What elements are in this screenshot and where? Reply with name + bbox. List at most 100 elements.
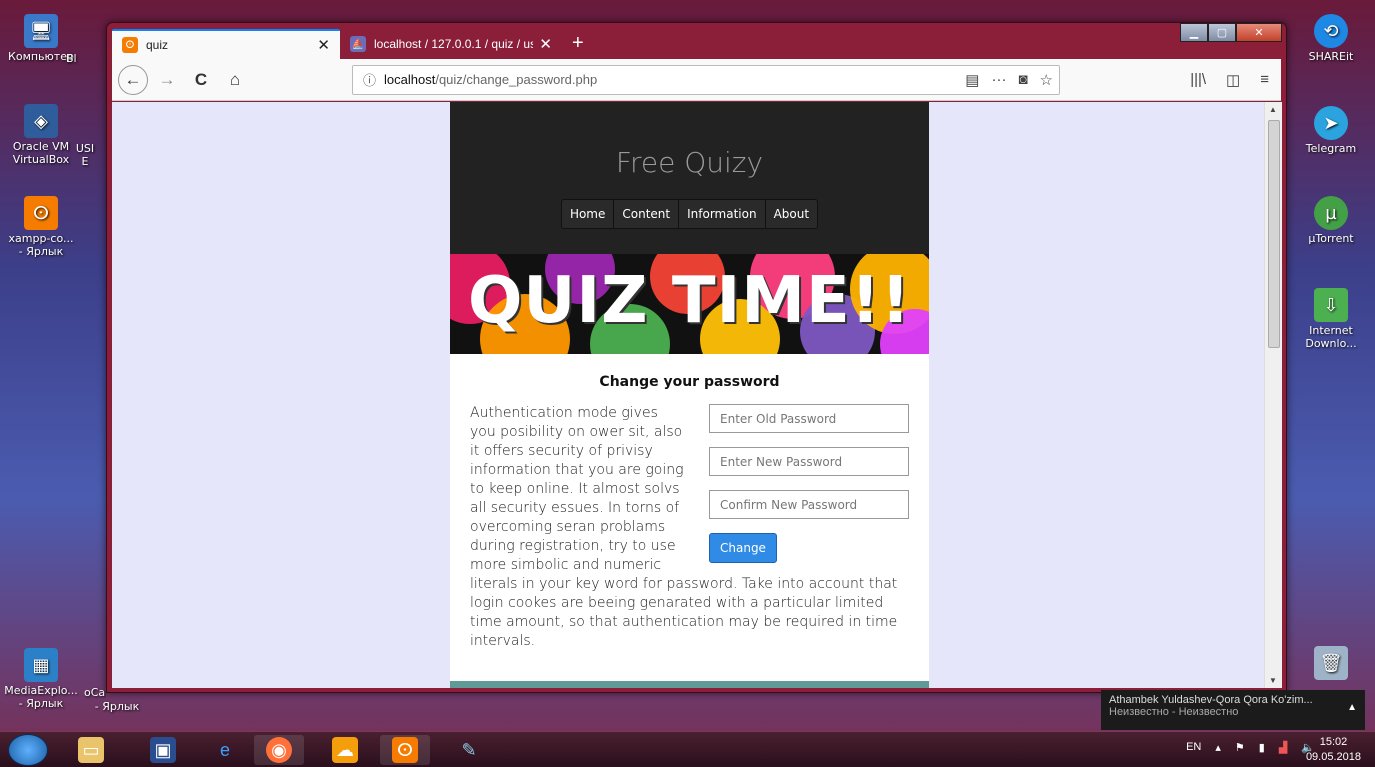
language-indicator[interactable]: EN	[1186, 741, 1201, 754]
url-bar[interactable]: ⓘ localhost/quiz/change_password.php ▤ ·…	[352, 64, 1060, 95]
taskbar-explorer[interactable]: ▭	[66, 735, 116, 765]
new-tab-button[interactable]: +	[572, 32, 584, 59]
url-host: localhost	[384, 72, 436, 87]
recycle-bin-icon: 🗑	[1314, 646, 1348, 680]
close-tab-icon[interactable]: ✕	[317, 36, 330, 54]
media-notification[interactable]: Athambek Yuldashev-Qora Qora Ko'zim... Н…	[1101, 690, 1365, 730]
uc-browser-icon: ☁	[332, 737, 358, 763]
desktop-icon-partial-3-label: - Ярлык	[94, 700, 140, 713]
tray-up-icon[interactable]: ▴	[1215, 741, 1221, 754]
tab-title: localhost / 127.0.0.1 / quiz / use	[374, 37, 534, 51]
change-password-form: Change	[709, 404, 909, 563]
footer-strip	[450, 681, 929, 688]
taskbar-firefox[interactable]: ◉	[254, 735, 304, 765]
expand-icon[interactable]: ▲	[1347, 702, 1357, 713]
pocket-icon[interactable]: ◙	[1018, 71, 1027, 89]
info-icon[interactable]: ⓘ	[363, 70, 376, 89]
xampp-favicon-icon: ⵙ	[122, 37, 138, 53]
scrollbar-thumb[interactable]	[1268, 120, 1280, 348]
taskbar-uc[interactable]: ☁	[320, 735, 370, 765]
desktop-icon-utorrent[interactable]: µ µTorrent	[1288, 196, 1374, 245]
tab-phpmyadmin[interactable]: ⛵ localhost / 127.0.0.1 / quiz / use ✕	[340, 29, 562, 59]
back-button[interactable]: ←	[118, 64, 148, 95]
site-header: Free Quizy Home Content Information Abou…	[450, 102, 929, 254]
desktop-icon-mediaexplorer[interactable]: ▦ MediaExplo... - Ярлык	[0, 648, 84, 710]
desktop-icon-shareit[interactable]: ⟲ SHAREit	[1288, 14, 1374, 63]
close-window-button[interactable]: ✕	[1236, 23, 1282, 42]
idm-icon: ⇩	[1314, 288, 1348, 322]
menu-home[interactable]: Home	[562, 200, 615, 228]
reader-view-icon[interactable]: ▤	[965, 71, 979, 89]
tab-title: quiz	[146, 38, 169, 52]
confirm-password-input[interactable]	[709, 490, 909, 519]
start-button[interactable]	[8, 734, 48, 766]
scroll-down-icon[interactable]: ▼	[1269, 676, 1277, 685]
computer-icon: 🖥	[24, 14, 58, 48]
folder-icon: ▭	[78, 737, 104, 763]
minimize-button[interactable]: ▁	[1180, 23, 1208, 42]
network-icon[interactable]: ▟	[1279, 741, 1287, 754]
shareit-icon: ⟲	[1314, 14, 1348, 48]
main-content: Change your password Change Authenticati…	[450, 354, 929, 651]
quiz-banner: QUIZ TIME!!	[450, 254, 929, 354]
banner-text: QUIZ TIME!!	[467, 264, 912, 338]
media-explorer-icon: ▦	[24, 648, 58, 682]
flag-icon[interactable]: ⚑	[1235, 741, 1245, 754]
menu-information[interactable]: Information	[679, 200, 766, 228]
bookmark-star-icon[interactable]: ☆	[1040, 71, 1053, 89]
page-heading: Change your password	[599, 374, 780, 390]
desktop-icon-telegram[interactable]: ➤ Telegram	[1288, 106, 1374, 155]
new-password-input[interactable]	[709, 447, 909, 476]
page-viewport: Free Quizy Home Content Information Abou…	[112, 102, 1264, 688]
old-password-input[interactable]	[709, 404, 909, 433]
xampp-icon: ⵙ	[392, 737, 418, 763]
notification-meta: Неизвестно - Неизвестно	[1109, 706, 1239, 718]
clock-date: 09.05.2018	[1305, 751, 1361, 763]
desktop-icon-partial-2[interactable]: USI E	[64, 142, 106, 168]
main-menu: Home Content Information About	[560, 199, 819, 229]
desktop-icon-idm[interactable]: ⇩ Internet Downlo...	[1288, 288, 1374, 350]
maximize-button[interactable]: ▢	[1208, 23, 1236, 42]
taskbar-save[interactable]: ▣	[138, 735, 188, 765]
library-icon[interactable]: |||\	[1190, 71, 1206, 89]
scroll-up-icon[interactable]: ▲	[1269, 105, 1277, 114]
desktop-icon-label: MediaExplo... - Ярлык	[4, 684, 78, 710]
url-path: /quiz/change_password.php	[435, 72, 598, 87]
nav-toolbar: ← → C ⌂ ⓘ localhost/quiz/change_password…	[112, 59, 1281, 101]
power-icon[interactable]: ▮	[1259, 741, 1265, 754]
desktop-icon-partial-1[interactable]: Bl	[66, 52, 106, 65]
firefox-icon: ◉	[266, 737, 292, 763]
desktop-icon-recycle-bin[interactable]: 🗑	[1288, 646, 1374, 682]
taskbar-xampp[interactable]: ⵙ	[380, 735, 430, 765]
menu-icon[interactable]: ≡	[1260, 71, 1269, 89]
desktop-icon-partial-3[interactable]: oCa...	[84, 686, 106, 699]
taskbar: ▭ ▣ e ◉ ☁ ⵙ ✎ EN ▴ ⚑ ▮ ▟ 🔈 15:02 09.05.2…	[0, 731, 1375, 767]
utorrent-icon: µ	[1314, 196, 1348, 230]
site-title: Free Quizy	[615, 146, 764, 179]
browser-window: ▁ ▢ ✕ ⵙ quiz ✕ ⛵ localhost / 127.0.0.1 /…	[106, 22, 1287, 693]
tab-quiz[interactable]: ⵙ quiz ✕	[112, 29, 340, 59]
floppy-icon: ▣	[150, 737, 176, 763]
internet-explorer-icon: e	[219, 739, 230, 760]
page-container: Free Quizy Home Content Information Abou…	[450, 102, 929, 688]
sidebar-icon[interactable]: ◫	[1226, 71, 1240, 89]
home-button[interactable]: ⌂	[220, 65, 250, 95]
vertical-scrollbar[interactable]: ▲ ▼	[1264, 102, 1282, 688]
clock[interactable]: 15:02 09.05.2018	[1306, 735, 1361, 765]
page-actions-icon[interactable]: ···	[991, 71, 1006, 89]
notification-song: Athambek Yuldashev-Qora Qora Ko'zim...	[1109, 694, 1313, 706]
close-tab-icon[interactable]: ✕	[539, 35, 552, 53]
paint-icon: ✎	[461, 739, 477, 760]
taskbar-paint[interactable]: ✎	[444, 735, 494, 765]
change-button[interactable]: Change	[709, 533, 777, 563]
menu-content[interactable]: Content	[614, 200, 680, 228]
desktop-icon-label: xampp-co... - Ярлык	[8, 232, 74, 258]
taskbar-ie[interactable]: e	[200, 735, 250, 765]
system-tray: EN ▴ ⚑ ▮ ▟ 🔈	[1186, 741, 1315, 754]
reload-button[interactable]: C	[186, 65, 216, 95]
menu-about[interactable]: About	[766, 200, 817, 228]
virtualbox-icon: ◈	[24, 104, 58, 138]
desktop-icon-xampp[interactable]: ⵙ xampp-co... - Ярлык	[0, 196, 84, 258]
forward-button[interactable]: →	[152, 65, 182, 95]
clock-time: 15:02	[1319, 736, 1348, 748]
